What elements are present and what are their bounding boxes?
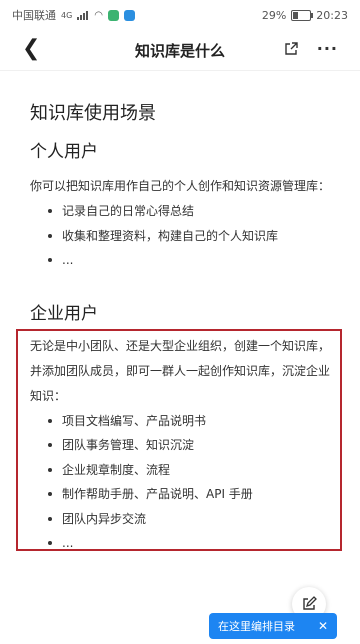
status-bar: 中国联通 4G ◠ 29% 20:23	[0, 0, 360, 30]
edit-icon	[303, 596, 317, 610]
list-item: 企业规章制度、流程	[46, 458, 330, 483]
enterprise-users-heading: 企业用户	[30, 303, 98, 324]
list-item: 制作帮助手册、产品说明、API 手册	[46, 482, 330, 507]
status-right: 29% 20:23	[262, 9, 348, 22]
article-body: 知识库使用场景 个人用户 你可以把知识库用作自己的个人创作和知识资源管理库： 记…	[0, 99, 360, 556]
toast-label: 在这里编排目录	[218, 620, 295, 633]
carrier-label: 中国联通	[12, 9, 56, 22]
more-options-button[interactable]: ···	[317, 39, 338, 58]
page-title: 知识库是什么	[134, 41, 225, 60]
status-left: 中国联通 4G ◠	[12, 7, 136, 23]
network-label: 4G	[61, 10, 73, 20]
list-item: ...	[46, 531, 330, 556]
close-icon[interactable]: ✕	[318, 619, 328, 633]
wifi-icon: ◠	[94, 9, 104, 21]
enterprise-intro: 无论是中小团队、还是大型企业组织，创建一个知识库，并添加团队成员，即可一群人一起…	[30, 338, 331, 403]
app-notification-icon-2	[124, 9, 136, 21]
clock: 20:23	[316, 8, 348, 22]
share-icon[interactable]	[284, 42, 298, 56]
list-item: 团队内异步交流	[46, 507, 330, 532]
signal-icon	[77, 10, 89, 20]
section-heading: 知识库使用场景	[30, 103, 156, 124]
battery-percent: 29%	[261, 8, 287, 22]
enterprise-block: 无论是中小团队、还是大型企业组织，创建一个知识库，并添加团队成员，即可一群人一起…	[30, 334, 330, 556]
personal-intro: 你可以把知识库用作自己的个人创作和知识资源管理库：	[30, 179, 331, 193]
enterprise-list: 项目文档编写、产品说明书 团队事务管理、知识沉淀 企业规章制度、流程 制作帮助手…	[30, 409, 330, 556]
list-item: ...	[46, 248, 330, 273]
personal-users-heading: 个人用户	[30, 142, 98, 162]
toc-tip-toast[interactable]: 在这里编排目录 ✕	[209, 613, 337, 639]
list-item: 项目文档编写、产品说明书	[46, 409, 330, 434]
battery-icon	[291, 9, 314, 21]
app-notification-icon	[108, 9, 120, 21]
personal-list: 记录自己的日常心得总结 收集和整理资料，构建自己的个人知识库 ...	[30, 199, 330, 273]
list-item: 记录自己的日常心得总结	[46, 199, 330, 224]
list-item: 收集和整理资料，构建自己的个人知识库	[46, 224, 330, 249]
top-nav-bar: ❮ 知识库是什么 ···	[0, 30, 360, 71]
chevron-left-icon[interactable]: ❮	[22, 36, 40, 61]
list-item: 团队事务管理、知识沉淀	[46, 433, 330, 458]
